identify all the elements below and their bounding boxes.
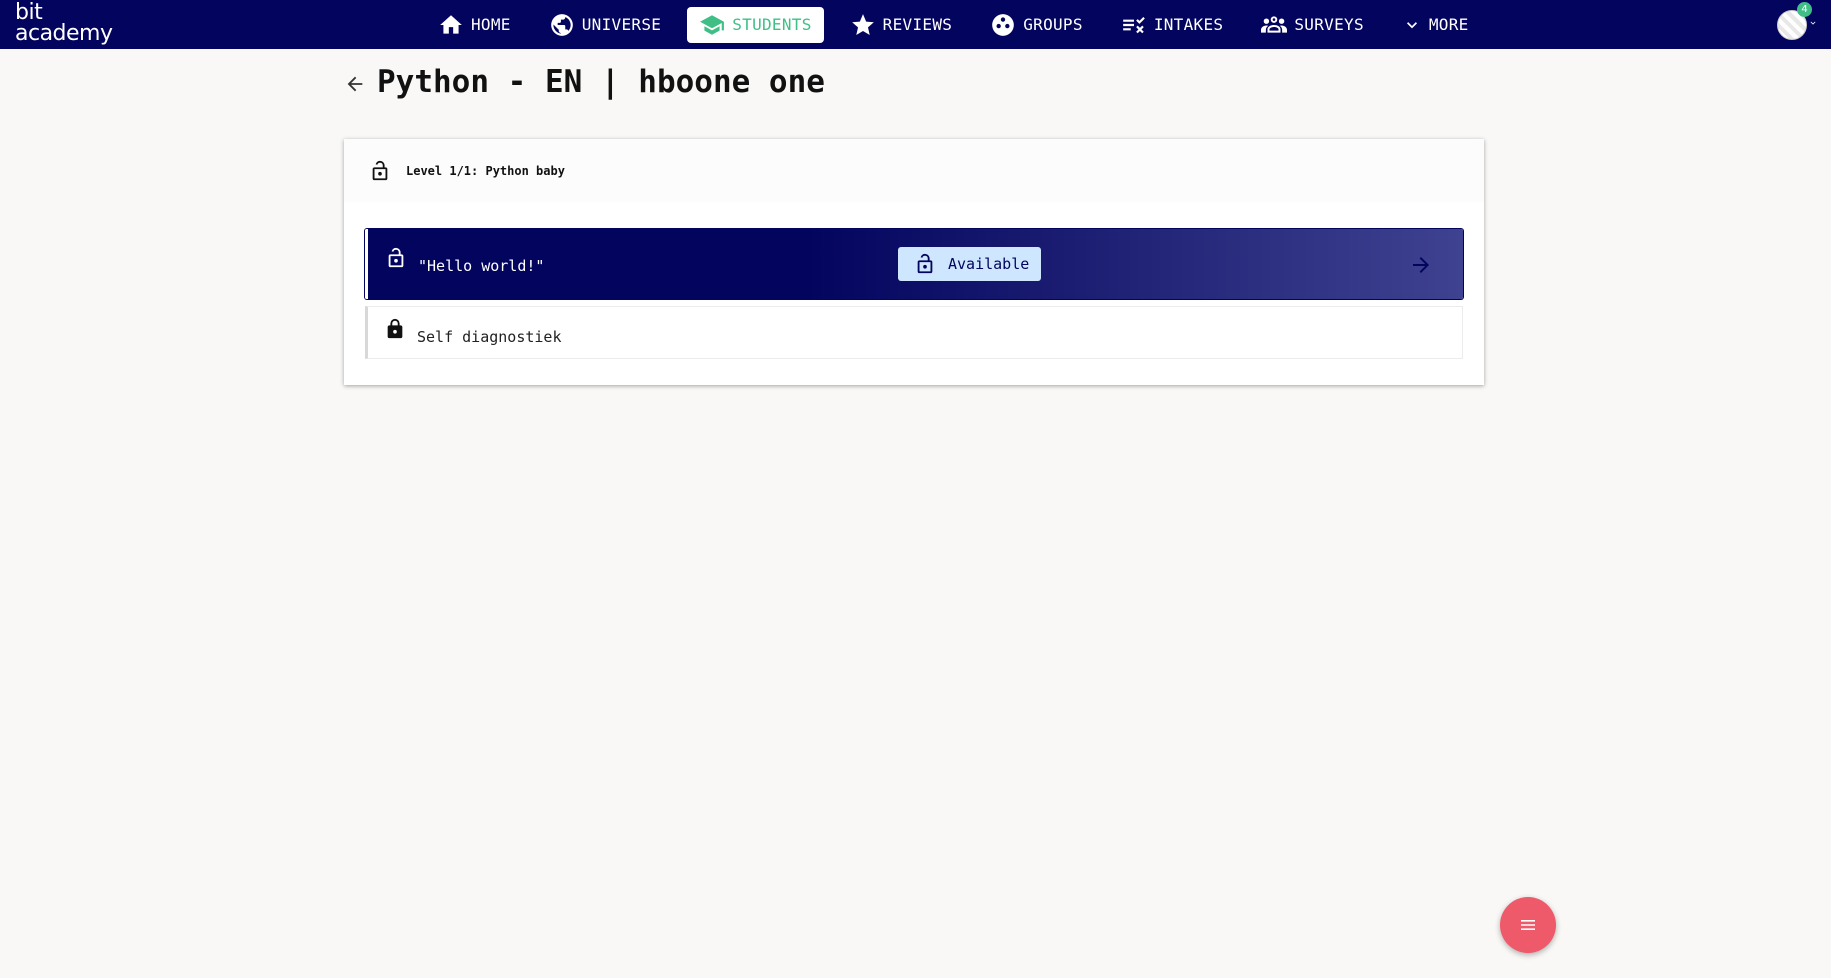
nav-item-reviews[interactable]: REVIEWS [838,7,965,43]
exercise-row-hello-world[interactable]: "Hello world!" Available [365,229,1463,299]
nav-item-students[interactable]: STUDENTS [687,6,824,43]
nav-item-label: STUDENTS [732,15,812,34]
back-arrow-icon[interactable] [344,73,366,95]
graduation-cap-icon [700,14,725,35]
nav-item-home[interactable]: HOME [426,7,523,43]
nav-item-label: INTAKES [1153,15,1224,34]
chevron-down-icon [1406,21,1417,28]
status-badge: Available [898,247,1041,281]
checklist-icon [1122,16,1145,33]
unlocked-icon [388,247,404,268]
exercise-label: "Hello world!" [418,257,545,275]
page-title: Python - EN | hboone one [377,64,825,100]
level-label: Level 1/1: Python baby [406,163,565,178]
people-icon [1261,15,1288,33]
notification-badge: 4 [1797,2,1812,17]
nav-item-label: GROUPS [1023,15,1083,34]
nav-item-label: HOME [471,15,511,34]
top-navbar: bit academy HOME UNIVERSE STUDENTS REVIE… [0,0,1831,49]
groups-icon [992,13,1015,36]
arrow-right-icon[interactable] [1409,253,1433,277]
user-menu[interactable]: 4 [1777,2,1817,40]
exercise-label: Self diagnostiek [417,328,562,346]
nav-item-universe[interactable]: UNIVERSE [537,7,673,43]
level-header: Level 1/1: Python baby [344,139,1484,202]
menu-icon [1521,920,1535,930]
nav-item-label: REVIEWS [882,15,953,34]
main-nav: HOME UNIVERSE STUDENTS REVIEWS GROUPS IN… [426,0,1495,49]
star-icon [851,13,874,35]
logo-line-2: academy [15,21,113,46]
nav-item-label: MORE [1428,15,1469,34]
lock-icon [387,318,403,339]
level-card: Level 1/1: Python baby "Hello world!" Av… [344,139,1484,385]
unlocked-icon [917,253,933,274]
nav-item-label: SURVEYS [1294,15,1364,34]
nav-item-more[interactable]: MORE [1390,7,1481,43]
globe-icon [550,13,573,36]
bit-academy-logo[interactable]: bit academy [15,0,113,46]
home-icon [440,14,462,34]
status-label: Available [948,255,1030,273]
chevron-down-icon [1810,21,1816,25]
nav-item-label: UNIVERSE [581,15,662,34]
nav-item-intakes[interactable]: INTAKES [1109,7,1236,43]
menu-fab-button[interactable] [1500,897,1556,953]
exercise-row-self-diagnostiek: Self diagnostiek [365,306,1463,359]
logo-line-1: bit [15,0,43,25]
unlocked-icon [372,160,388,180]
nav-item-surveys[interactable]: SURVEYS [1249,7,1376,43]
nav-item-groups[interactable]: GROUPS [978,7,1095,43]
